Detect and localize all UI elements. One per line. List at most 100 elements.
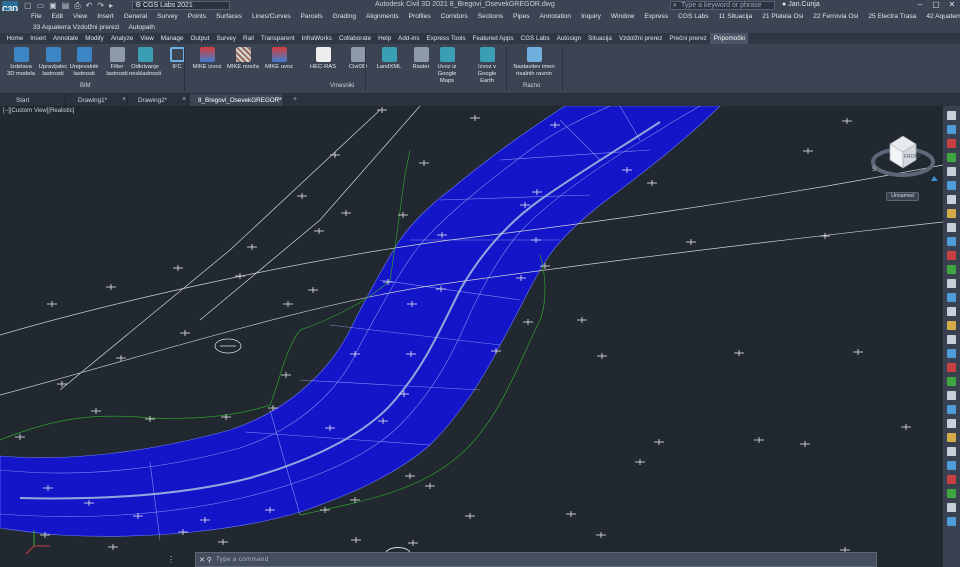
menu-item-13[interactable]: Corridors <box>436 11 473 22</box>
ribbon-tab-1[interactable]: Insert <box>27 33 50 44</box>
close-icon[interactable]: ✕ <box>944 0 960 9</box>
drawing-canvas[interactable] <box>0 106 943 567</box>
command-line-controls[interactable]: ⋮ <box>167 555 175 564</box>
tool-icon[interactable] <box>947 293 956 302</box>
ribbon-button-7[interactable]: MIKE mreža <box>226 47 260 71</box>
ribbon-button-8[interactable]: MIKE uvoz <box>262 47 296 71</box>
tool-icon[interactable] <box>947 503 956 512</box>
ribbon-tab-8[interactable]: Survey <box>213 33 240 44</box>
menu-item-0[interactable]: File <box>26 11 47 22</box>
tool-icon[interactable] <box>947 335 956 344</box>
ribbon-tab-0[interactable]: Home <box>3 33 27 44</box>
ribbon-panel-label[interactable]: Razno <box>523 83 540 89</box>
command-line[interactable]: ✕ ⚲ Type a command <box>195 552 877 567</box>
search-input[interactable]: ⌕ Type a keyword or phrase <box>670 1 775 10</box>
ribbon-tab-20[interactable]: Vzdolžni prerez <box>615 33 665 44</box>
doc-tab-1[interactable]: Drawing1* <box>70 94 128 106</box>
ribbon-tab-14[interactable]: Add-ins <box>395 33 423 44</box>
new-tab-button[interactable]: + <box>293 96 297 103</box>
doc-tab-2[interactable]: Drawing2* <box>130 94 188 106</box>
tool-icon[interactable] <box>947 489 956 498</box>
ribbon-button-10[interactable]: Civil3D <box>341 47 375 71</box>
menu-item-row2-0[interactable]: 33 Aquaterra Vzdolžni prerezi <box>33 24 120 31</box>
tool-icon[interactable] <box>947 447 956 456</box>
tool-icon[interactable] <box>947 307 956 316</box>
menu-item-20[interactable]: CGS Labs <box>673 11 713 22</box>
menu-item-17[interactable]: Inquiry <box>576 11 606 22</box>
tool-icon[interactable] <box>947 167 956 176</box>
ribbon-panel-label[interactable]: Vmesniki <box>330 83 354 89</box>
doc-tab-0[interactable]: Start <box>8 94 66 106</box>
menu-item-4[interactable]: General <box>119 11 152 22</box>
tool-icon[interactable] <box>947 209 956 218</box>
ribbon-tab-10[interactable]: Transparent <box>257 33 298 44</box>
ribbon-button-15[interactable]: Nastavitev imen risalnih ravnin <box>510 47 558 78</box>
tool-icon[interactable] <box>947 153 956 162</box>
tool-icon[interactable] <box>947 377 956 386</box>
menu-item-18[interactable]: Window <box>606 11 639 22</box>
tool-icon[interactable] <box>947 419 956 428</box>
tool-icon[interactable] <box>947 111 956 120</box>
ucs-dropdown[interactable]: Unnamed <box>886 192 919 201</box>
ribbon-tab-5[interactable]: View <box>137 33 158 44</box>
new-file-icon[interactable]: ▢ <box>24 1 32 10</box>
menu-item-6[interactable]: Points <box>183 11 211 22</box>
menu-item-5[interactable]: Survey <box>152 11 183 22</box>
menu-item-1[interactable]: Edit <box>47 11 68 22</box>
tool-icon[interactable] <box>947 517 956 526</box>
menu-item-3[interactable]: Insert <box>92 11 119 22</box>
ribbon-tab-6[interactable]: Manage <box>157 33 187 44</box>
ribbon-tab-2[interactable]: Annotate <box>50 33 82 44</box>
save-icon[interactable]: ▣ <box>49 1 57 10</box>
save-as-icon[interactable]: ▤ <box>62 1 70 10</box>
menu-item-16[interactable]: Annotation <box>535 11 577 22</box>
ribbon-button-14[interactable]: Izvoz v Google Earth <box>470 47 504 85</box>
ribbon-tab-18[interactable]: Autosign <box>553 33 585 44</box>
ribbon-button-2[interactable]: Urejevalnik lastnosti <box>67 47 101 78</box>
ribbon-tab-13[interactable]: Help <box>375 33 395 44</box>
ribbon-tab-17[interactable]: CGS Labs <box>517 33 553 44</box>
menu-item-19[interactable]: Express <box>639 11 673 22</box>
ribbon-tab-11[interactable]: InfraWorks <box>298 33 335 44</box>
ribbon-button-0[interactable]: Izdelava 3D modela <box>4 47 38 78</box>
tool-icon[interactable] <box>947 181 956 190</box>
tool-icon[interactable] <box>947 321 956 330</box>
close-tab-icon[interactable]: × <box>276 96 280 103</box>
tool-icon[interactable] <box>947 237 956 246</box>
menu-item-11[interactable]: Alignments <box>361 11 404 22</box>
redo-icon[interactable]: ↷ <box>97 1 104 10</box>
tool-icon[interactable] <box>947 475 956 484</box>
command-close-icon[interactable]: ✕ ⚲ <box>199 556 212 564</box>
ribbon-tab-15[interactable]: Express Tools <box>423 33 469 44</box>
ribbon-tab-19[interactable]: Situacija <box>585 33 616 44</box>
menu-item-14[interactable]: Sections <box>473 11 508 22</box>
ribbon-button-9[interactable]: HEC-RAS <box>306 47 340 71</box>
restore-icon[interactable]: ▢ <box>928 0 944 9</box>
ribbon-button-1[interactable]: Upravljalec lastnosti <box>36 47 70 78</box>
ribbon-button-4[interactable]: Odkrivanje neskladnosti <box>128 47 162 78</box>
ribbon-tab-9[interactable]: Rail <box>240 33 258 44</box>
ribbon-tab-16[interactable]: Featured Apps <box>469 33 517 44</box>
menu-item-12[interactable]: Profiles <box>404 11 436 22</box>
ribbon-button-6[interactable]: MIKE izvoz <box>190 47 224 71</box>
menu-item-25[interactable]: 42 Aquaterra Prečni prerezi <box>921 11 960 22</box>
tool-icon[interactable] <box>947 223 956 232</box>
ribbon-button-13[interactable]: Uvoz iz Google Maps <box>430 47 464 85</box>
ribbon-panel-label[interactable]: BIM <box>80 83 91 89</box>
menu-item-22[interactable]: 21 Plateia Osi <box>757 11 808 22</box>
tool-icon[interactable] <box>947 405 956 414</box>
menu-item-23[interactable]: 22 Ferrovia Osi <box>808 11 863 22</box>
user-account[interactable]: ● Jan.Cunja <box>782 1 820 8</box>
close-tab-icon[interactable]: × <box>182 96 186 103</box>
tool-icon[interactable] <box>947 363 956 372</box>
viewport-label[interactable]: [−][Custom View][Realistic] <box>3 108 74 114</box>
tool-icon[interactable] <box>947 195 956 204</box>
close-tab-icon[interactable]: × <box>122 96 126 103</box>
ribbon-button-5[interactable]: IFC <box>160 47 194 71</box>
plot-icon[interactable]: ⎙ <box>74 1 80 10</box>
tool-icon[interactable] <box>947 461 956 470</box>
menu-item-10[interactable]: Grading <box>328 11 361 22</box>
tool-icon[interactable] <box>947 139 956 148</box>
ribbon-button-11[interactable]: LandXML <box>372 47 406 71</box>
minimize-icon[interactable]: – <box>912 0 928 9</box>
